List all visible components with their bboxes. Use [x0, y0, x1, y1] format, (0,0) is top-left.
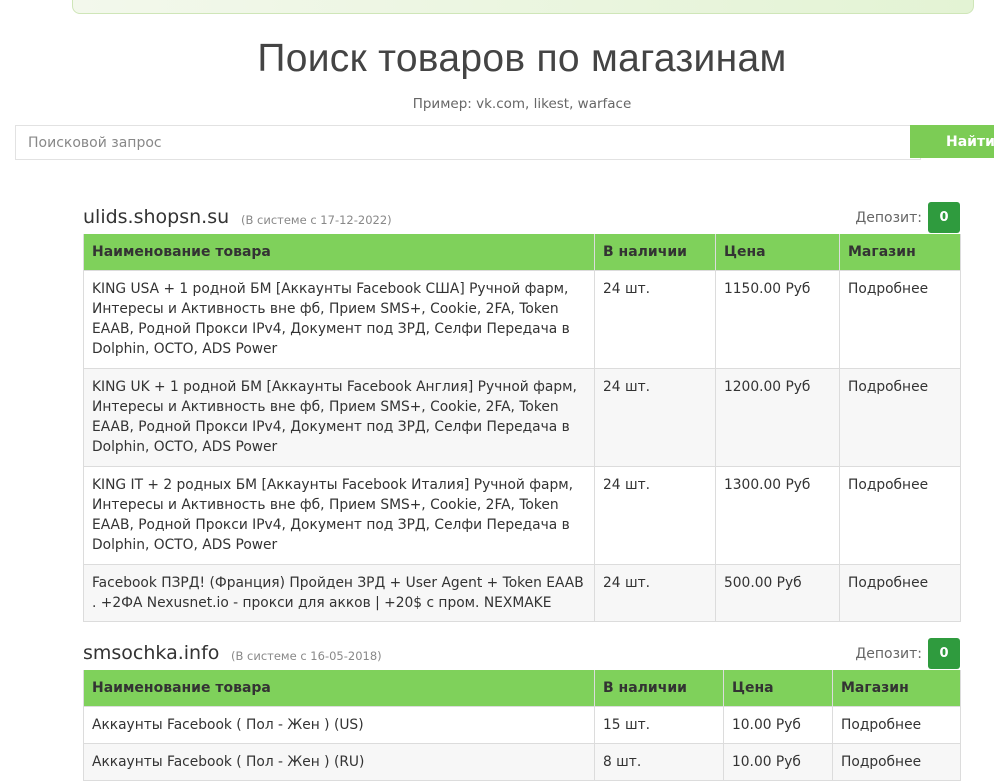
deposit-info: Депозит: 0 — [855, 638, 960, 669]
deposit-badge: 0 — [928, 638, 960, 669]
details-link[interactable]: Подробнее — [839, 270, 961, 369]
product-stock: 15 шт. — [594, 706, 724, 744]
shop-name-link[interactable]: ulids.shopsn.su — [83, 206, 229, 228]
table-header-row: Наименование товара В наличии Цена Магаз… — [83, 670, 961, 707]
product-name: KING UK + 1 родной БМ [Аккаунты Facebook… — [83, 368, 595, 467]
deposit-label: Депозит: — [855, 645, 922, 662]
shop-block: ulids.shopsn.su (В системе с 17-12-2022)… — [83, 198, 961, 622]
search-hint: Пример: vk.com, likest, warface — [412, 96, 632, 112]
product-name: Facebook ПЗРД! (Франция) Пройден ЗРД + U… — [83, 564, 595, 622]
column-header-price: Цена — [723, 670, 833, 707]
shop-block: smsochka.info (В системе с 16-05-2018) Д… — [83, 634, 961, 781]
product-stock: 24 шт. — [594, 368, 716, 467]
shop-since-date: (В системе с 17-12-2022) — [241, 213, 392, 227]
column-header-shop: Магазин — [832, 670, 961, 707]
details-link[interactable]: Подробнее — [839, 466, 961, 565]
details-link[interactable]: Подробнее — [839, 564, 961, 622]
deposit-info: Депозит: 0 — [855, 202, 960, 233]
column-header-stock: В наличии — [594, 670, 724, 707]
product-stock: 24 шт. — [594, 270, 716, 369]
deposit-label: Депозит: — [855, 209, 922, 226]
table-header-row: Наименование товара В наличии Цена Магаз… — [83, 234, 961, 271]
product-price: 10.00 Руб — [723, 706, 833, 744]
table-row: KING USA + 1 родной БМ [Аккаунты Faceboo… — [83, 270, 961, 369]
table-row: KING IT + 2 родных БМ [Аккаунты Facebook… — [83, 466, 961, 565]
column-header-shop: Магазин — [839, 234, 961, 271]
search-button[interactable]: Найти — [910, 125, 994, 158]
product-price: 1200.00 Руб — [715, 368, 840, 467]
product-stock: 24 шт. — [594, 466, 716, 565]
details-link[interactable]: Подробнее — [832, 743, 961, 781]
product-stock: 8 шт. — [594, 743, 724, 781]
products-table: Наименование товара В наличии Цена Магаз… — [83, 670, 961, 781]
shop-header: smsochka.info (В системе с 16-05-2018) Д… — [83, 634, 960, 670]
table-row: Аккаунты Facebook ( Пол - Жен ) (RU) 8 ш… — [83, 743, 961, 781]
details-link[interactable]: Подробнее — [839, 368, 961, 467]
product-stock: 24 шт. — [594, 564, 716, 622]
table-row: KING UK + 1 родной БМ [Аккаунты Facebook… — [83, 368, 961, 467]
column-header-stock: В наличии — [594, 234, 716, 271]
product-price: 1300.00 Руб — [715, 466, 840, 565]
column-header-price: Цена — [715, 234, 840, 271]
shop-since-date: (В системе с 16-05-2018) — [231, 649, 382, 663]
product-name: KING IT + 2 родных БМ [Аккаунты Facebook… — [83, 466, 595, 565]
products-table: Наименование товара В наличии Цена Магаз… — [83, 234, 961, 622]
top-banner-strip — [72, 0, 974, 14]
product-price: 1150.00 Руб — [715, 270, 840, 369]
table-row: Facebook ПЗРД! (Франция) Пройден ЗРД + U… — [83, 564, 961, 622]
product-name: KING USA + 1 родной БМ [Аккаунты Faceboo… — [83, 270, 595, 369]
column-header-name: Наименование товара — [83, 234, 595, 271]
details-link[interactable]: Подробнее — [832, 706, 961, 744]
column-header-name: Наименование товара — [83, 670, 595, 707]
product-price: 10.00 Руб — [723, 743, 833, 781]
product-name: Аккаунты Facebook ( Пол - Жен ) (US) — [83, 706, 595, 744]
shop-header: ulids.shopsn.su (В системе с 17-12-2022)… — [83, 198, 960, 234]
shop-name-link[interactable]: smsochka.info — [83, 642, 219, 664]
product-name: Аккаунты Facebook ( Пол - Жен ) (RU) — [83, 743, 595, 781]
deposit-badge: 0 — [928, 202, 960, 233]
table-row: Аккаунты Facebook ( Пол - Жен ) (US) 15 … — [83, 706, 961, 744]
search-input[interactable] — [15, 125, 921, 160]
product-price: 500.00 Руб — [715, 564, 840, 622]
page-title: Поиск товаров по магазинам — [257, 37, 787, 80]
